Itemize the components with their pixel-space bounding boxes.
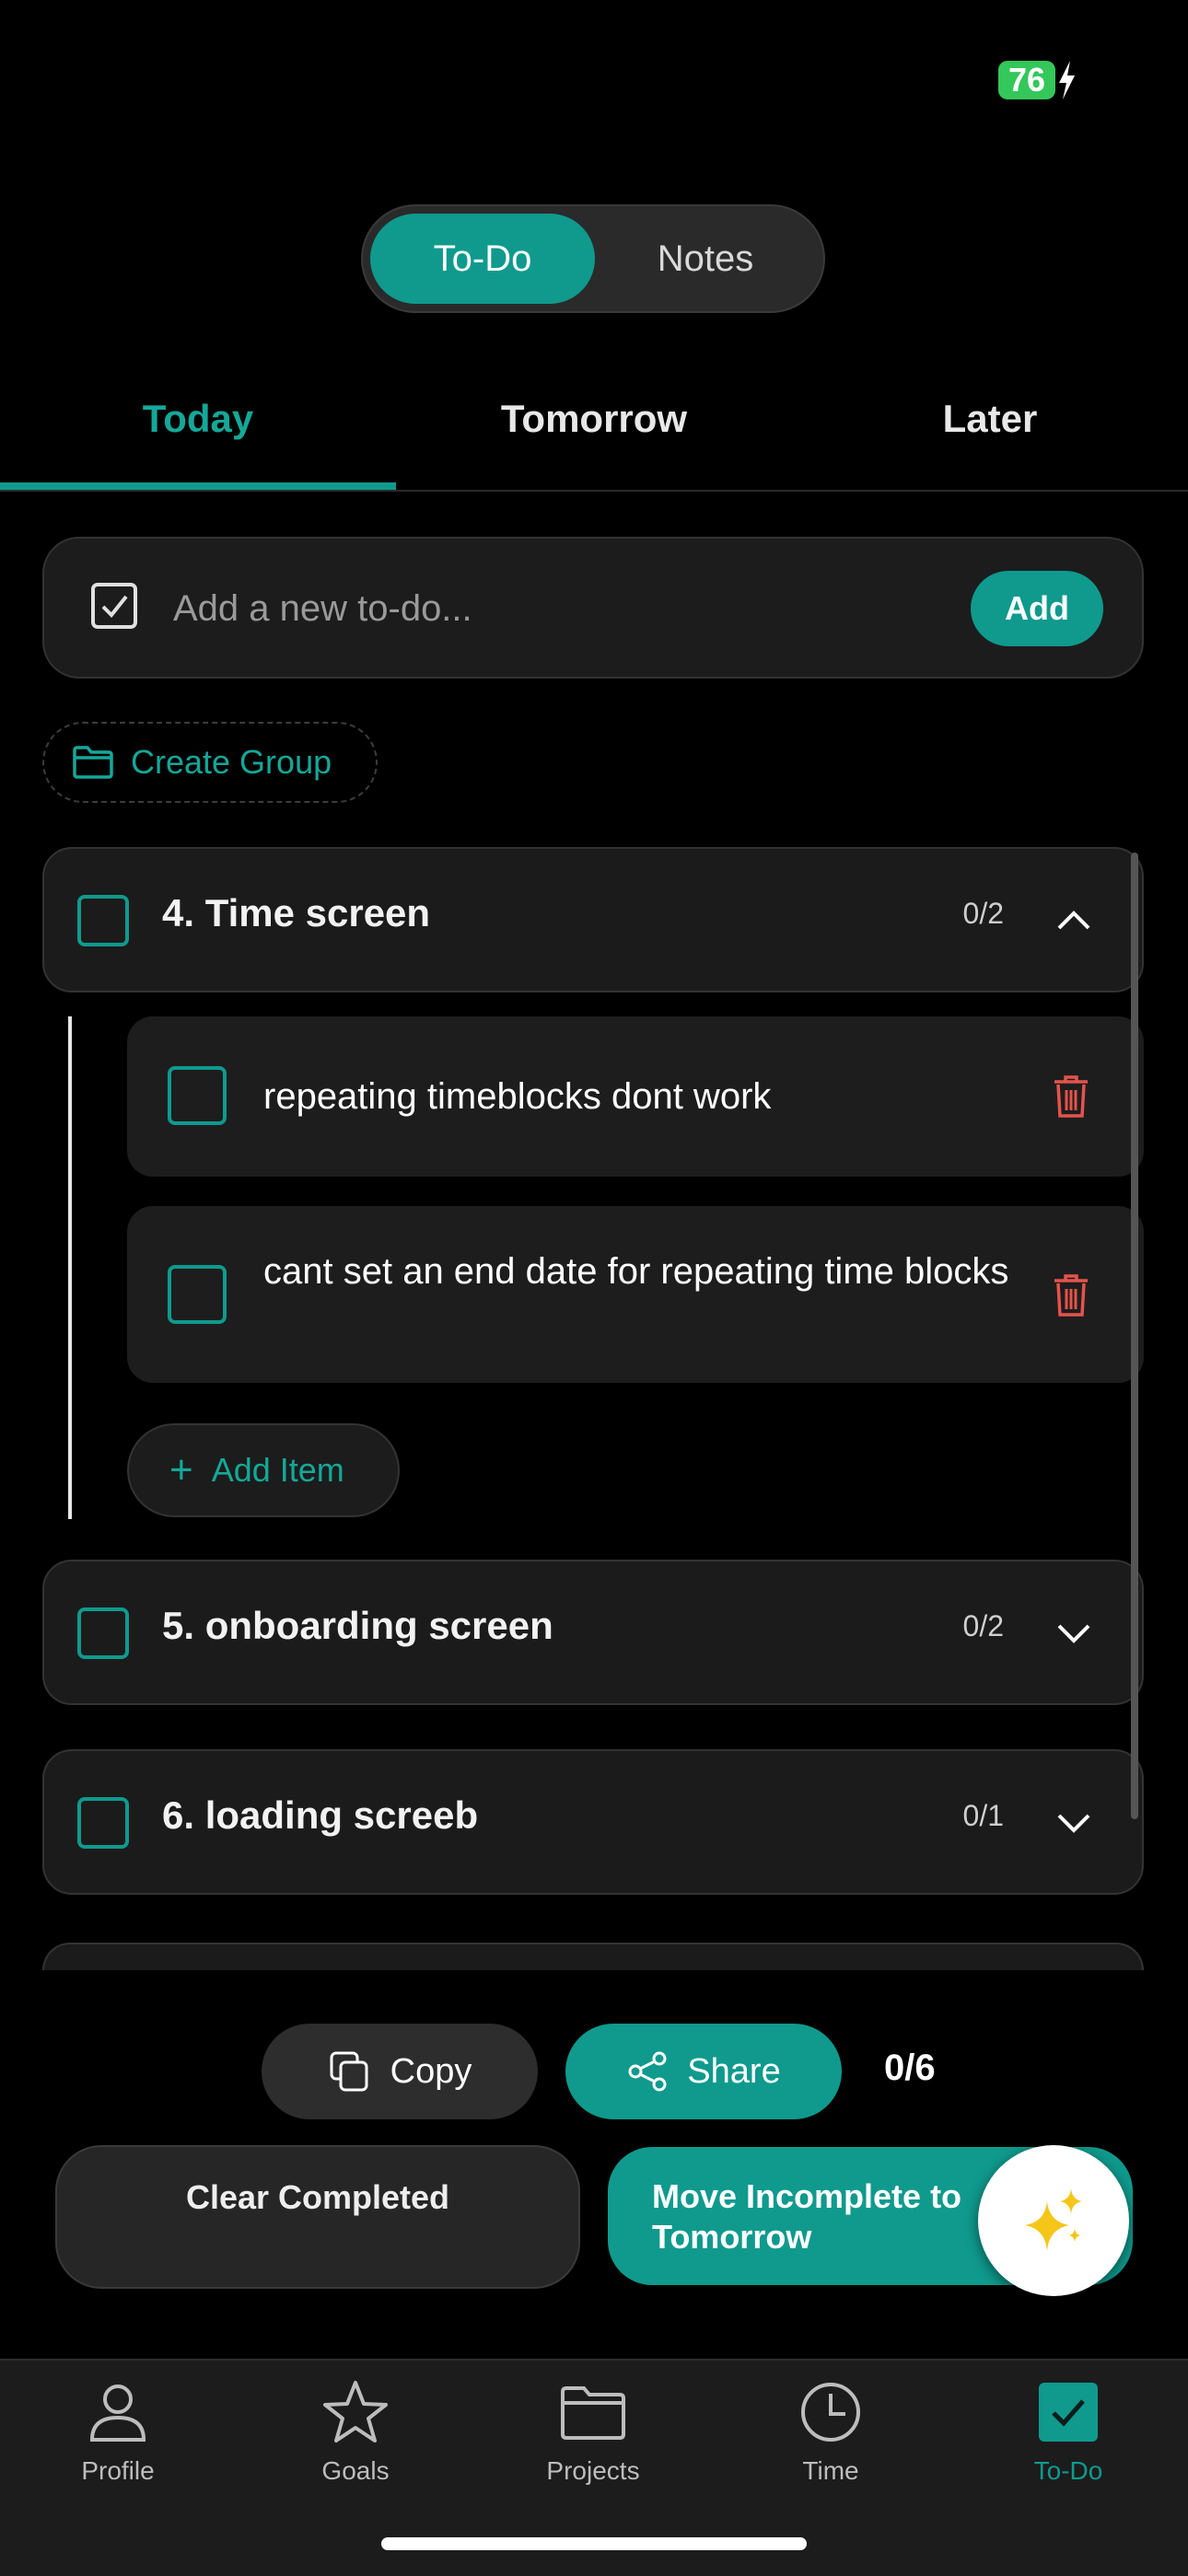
tab-divider <box>0 490 1188 492</box>
todo-item[interactable]: repeating timeblocks dont work <box>127 1016 1144 1177</box>
add-todo-button[interactable]: Add <box>971 571 1103 646</box>
nav-todo[interactable]: To-Do <box>976 2379 1160 2486</box>
home-indicator[interactable] <box>381 2537 807 2550</box>
group-title: 4. Time screen <box>162 891 431 934</box>
person-icon <box>89 2385 146 2442</box>
item-text: repeating timeblocks dont work <box>263 1076 772 1117</box>
folder-icon <box>561 2386 625 2440</box>
mode-segmented-control: To-Do Notes <box>361 204 825 313</box>
battery-level: 76 <box>1007 61 1046 99</box>
group-title: 6. loading screeb <box>162 1793 479 1837</box>
share-label: Share <box>687 2051 781 2091</box>
charging-bolt-icon <box>1059 61 1075 99</box>
chevron-up-icon[interactable] <box>1055 902 1092 939</box>
nav-label: Goals <box>321 2456 390 2485</box>
move-incomplete-label: Move Incomplete to Tomorrow <box>652 2177 962 2256</box>
tab-later[interactable]: Later <box>792 387 1188 451</box>
create-group-button[interactable]: Create Group <box>42 722 378 803</box>
chevron-down-icon[interactable] <box>1055 1804 1092 1841</box>
new-todo-input[interactable] <box>171 571 930 646</box>
segment-notes[interactable]: Notes <box>593 214 818 304</box>
nav-label: Projects <box>546 2456 640 2485</box>
add-item-button[interactable]: + Add Item <box>127 1423 400 1517</box>
group-count: 0/1 <box>962 1799 1004 1832</box>
sparkles-icon <box>1025 2188 1082 2251</box>
item-checkbox[interactable] <box>168 1066 227 1125</box>
nav-label: Profile <box>81 2456 155 2485</box>
copy-label: Copy <box>390 2051 472 2091</box>
nav-label: Time <box>802 2456 859 2485</box>
nav-time[interactable]: Time <box>739 2379 923 2486</box>
clock-icon <box>801 2383 860 2442</box>
group-card-onboarding-screen[interactable]: 5. onboarding screen 0/2 <box>42 1560 1144 1705</box>
tab-today[interactable]: Today <box>0 387 396 451</box>
nav-goals[interactable]: Goals <box>263 2379 448 2486</box>
group-card-partial <box>42 1943 1144 1970</box>
create-group-label: Create Group <box>131 743 332 781</box>
copy-button[interactable]: Copy <box>262 2024 538 2119</box>
group-checkbox[interactable] <box>77 895 129 946</box>
group-tree-line <box>68 1016 72 1519</box>
group-checkbox[interactable] <box>77 1607 129 1659</box>
group-checkbox[interactable] <box>77 1797 129 1849</box>
chevron-down-icon[interactable] <box>1055 1615 1092 1652</box>
folder-icon <box>73 746 113 779</box>
group-count: 0/2 <box>962 1609 1004 1642</box>
ai-sparkle-button[interactable] <box>978 2145 1129 2296</box>
share-button[interactable]: Share <box>565 2024 842 2119</box>
todo-item[interactable]: cant set an end date for repeating time … <box>127 1206 1144 1383</box>
tab-tomorrow[interactable]: Tomorrow <box>396 387 792 451</box>
tab-indicator <box>0 482 396 490</box>
scrollbar[interactable] <box>1131 853 1138 1819</box>
checkbox-icon <box>1039 2383 1098 2442</box>
segment-todo[interactable]: To-Do <box>370 214 595 304</box>
nav-profile[interactable]: Profile <box>26 2379 210 2486</box>
battery-indicator: 76 <box>998 61 1055 99</box>
group-count: 0/2 <box>962 897 1004 930</box>
plus-icon: + <box>169 1447 193 1492</box>
trash-icon[interactable] <box>1052 1272 1090 1318</box>
checkbox-icon <box>91 583 137 629</box>
add-item-label: Add Item <box>211 1451 344 1489</box>
clear-completed-button[interactable]: Clear Completed <box>55 2145 580 2289</box>
item-text: cant set an end date for repeating time … <box>263 1251 1009 1292</box>
nav-projects[interactable]: Projects <box>501 2379 685 2486</box>
group-card-time-screen[interactable]: 4. Time screen 0/2 <box>42 847 1144 992</box>
nav-label: To-Do <box>1033 2456 1103 2485</box>
group-title: 5. onboarding screen <box>162 1604 553 1647</box>
progress-count: 0/6 <box>884 2048 936 2088</box>
copy-icon <box>330 2051 368 2092</box>
trash-icon[interactable] <box>1052 1073 1090 1120</box>
share-icon <box>628 2051 667 2092</box>
star-icon <box>323 2381 388 2443</box>
item-checkbox[interactable] <box>168 1265 227 1324</box>
group-card-loading-screen[interactable]: 6. loading screeb 0/1 <box>42 1749 1144 1895</box>
